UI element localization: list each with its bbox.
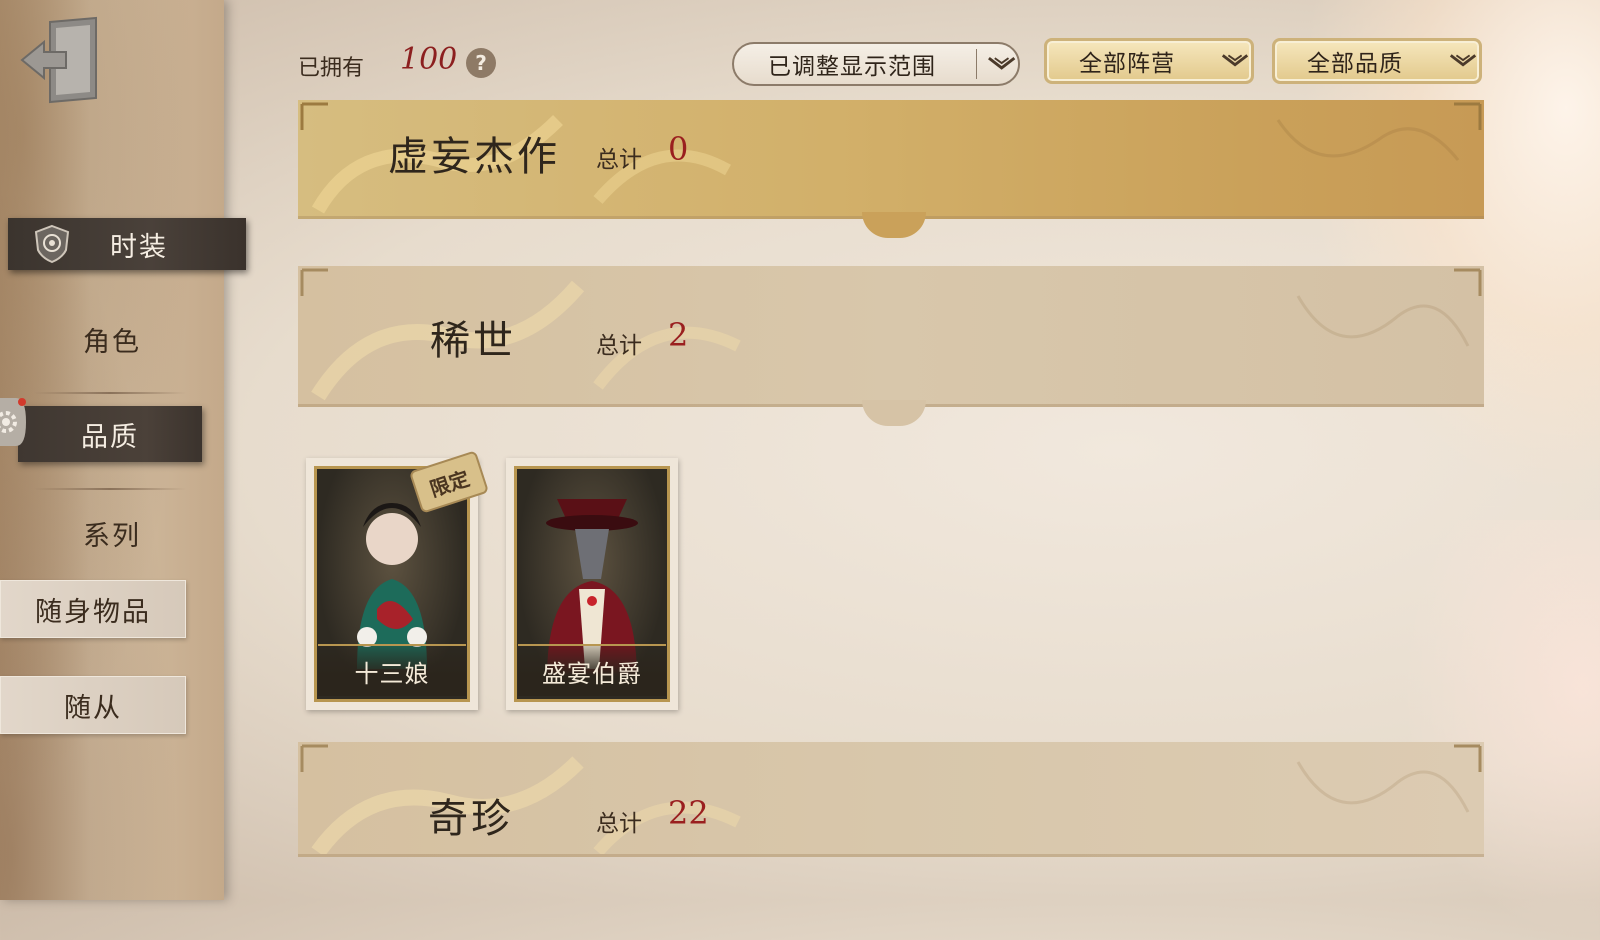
category-total-value: 2 [668,316,689,354]
category-total-label: 总计 [596,333,642,359]
shield-emblem-icon [34,224,70,264]
range-filter-dropdown[interactable]: 已调整显示范围 [732,42,1020,86]
owned-label: 已拥有 [298,56,365,81]
background-glow-lower [1400,520,1600,940]
range-filter-label: 已调整显示范围 [768,54,936,80]
banner-notch [862,400,926,426]
sidebar-item-pets[interactable]: 随从 [0,676,186,734]
sidebar-item-label: 随身物品 [35,596,151,628]
owned-count: 100 [400,42,458,77]
category-title: 稀世 [430,318,516,364]
sidebar-item-costume[interactable]: 时装 [8,218,246,270]
sidebar-item-accessories[interactable]: 随身物品 [0,580,186,638]
limited-badge: 限定 [408,450,490,514]
chevron-down-icon [987,56,1015,70]
dropdown-separator [975,49,977,79]
category-banner-treasure[interactable]: 奇珍 总计 22 [298,742,1484,857]
category-total-value: 0 [668,130,689,168]
category-total-label: 总计 [596,811,642,837]
sidebar-item-label: 角色 [83,326,141,358]
quality-filter-label: 全部品质 [1307,51,1403,77]
sidebar-item-label: 随从 [64,692,122,724]
divider [34,392,186,394]
help-icon[interactable]: ? [466,48,496,78]
sidebar-item-character[interactable]: 角色 [0,312,224,366]
sidebar-item-label: 时装 [110,231,168,263]
chevron-down-icon [1221,54,1249,67]
skin-card[interactable]: 限定 十三娘 [306,450,490,710]
sidebar-item-label: 系列 [83,520,141,552]
category-banner-masterpiece[interactable]: 虚妄杰作 总计 0 [298,100,1484,219]
sidebar-item-label: 品质 [81,421,139,453]
category-total-label: 总计 [596,147,642,173]
chevron-down-icon [1449,54,1477,67]
sidebar: 时装 角色 品质 系列 随身物品 随从 [0,0,246,900]
skin-name: 盛宴伯爵 [518,644,666,696]
sidebar-item-series[interactable]: 系列 [0,506,224,560]
divider [34,488,186,490]
sidebar-item-quality[interactable]: 品质 [18,406,202,462]
skin-name: 十三娘 [318,644,466,696]
category-banner-rare[interactable]: 稀世 总计 2 [298,266,1484,407]
camp-filter-label: 全部阵营 [1079,51,1175,77]
category-total-value: 22 [668,794,709,832]
exit-door-icon[interactable] [20,16,100,104]
banner-notch [862,212,926,238]
category-title: 奇珍 [428,796,514,842]
camp-filter-dropdown[interactable]: 全部阵营 [1044,38,1254,84]
notification-dot [18,398,26,406]
skin-card[interactable]: 盛宴伯爵 [506,458,678,710]
quality-filter-dropdown[interactable]: 全部品质 [1272,38,1482,84]
category-title: 虚妄杰作 [388,134,560,180]
